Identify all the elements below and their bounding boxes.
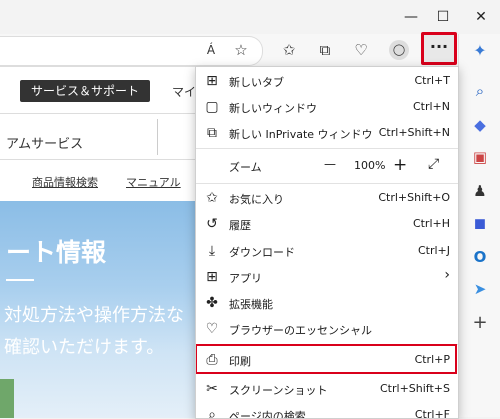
chevron-right-icon: › xyxy=(444,267,450,283)
menu-item-screenshot[interactable]: ✂ スクリーンショット Ctrl+Shift+S xyxy=(196,376,458,402)
hero-title: ート情報 xyxy=(6,238,107,267)
minimize-button[interactable]: — xyxy=(396,6,426,28)
menu-item-new-tab[interactable]: ⊞ 新しいタブ Ctrl+T xyxy=(196,68,458,94)
history-icon: ↺ xyxy=(206,216,218,232)
menu-item-zoom: ズーム — 100% + ⤢ xyxy=(196,151,458,181)
menu-label: 印刷 xyxy=(229,355,251,368)
menu-item-new-window[interactable]: ▢ 新しいウィンドウ Ctrl+N xyxy=(196,94,458,120)
settings-and-more-button[interactable]: ··· xyxy=(421,32,457,65)
menu-label: ブラウザーのエッセンシャル xyxy=(229,324,372,337)
puzzle-icon: ✤ xyxy=(206,295,218,311)
menu-shortcut: Ctrl+N xyxy=(412,100,450,113)
menu-label: 新しいタブ xyxy=(229,76,284,89)
menu-shortcut: Ctrl+J xyxy=(417,244,450,257)
zoom-level: 100% xyxy=(354,159,386,172)
menu-item-find[interactable]: ⌕ ページ内の検索 Ctrl+F xyxy=(196,402,458,419)
new-tab-icon: ⊞ xyxy=(206,73,218,89)
new-window-icon: ▢ xyxy=(205,99,219,115)
menu-label: スクリーンショット xyxy=(229,384,328,397)
inprivate-icon: ⧉ xyxy=(207,125,217,141)
menu-item-new-inprivate[interactable]: ⧉ 新しい InPrivate ウィンドウ Ctrl+Shift+N xyxy=(196,120,458,146)
profile-icon[interactable]: ◯ xyxy=(389,40,409,60)
menu-item-extensions[interactable]: ✤ 拡張機能 xyxy=(196,290,458,316)
manual-link[interactable]: マニュアル xyxy=(126,174,181,190)
service-support-button[interactable]: サービス＆サポート xyxy=(20,80,150,102)
heart-pulse-icon: ♡ xyxy=(205,321,219,337)
apps-icon: ⊞ xyxy=(206,269,218,285)
menu-item-downloads[interactable]: ⤓ ダウンロード Ctrl+J xyxy=(196,238,458,264)
menu-label: 履歴 xyxy=(229,219,251,232)
menu-item-print[interactable]: ⎙ 印刷 Ctrl+P xyxy=(196,344,458,374)
send-icon[interactable]: ➤ xyxy=(469,278,491,300)
menu-divider xyxy=(196,183,458,184)
menu-label: 新しい InPrivate ウィンドウ xyxy=(229,128,373,141)
menu-shortcut: Ctrl+H xyxy=(412,217,450,230)
close-button[interactable]: ✕ xyxy=(466,6,496,28)
menu-label: お気に入り xyxy=(229,193,284,206)
fullscreen-icon[interactable]: ⤢ xyxy=(428,156,439,172)
collections-icon[interactable]: ⧉ xyxy=(314,39,336,61)
tools-icon[interactable]: ▣ xyxy=(469,146,491,168)
menu-shortcut: Ctrl+F xyxy=(414,408,450,419)
games-icon[interactable]: ♟ xyxy=(469,180,491,202)
search-icon[interactable]: ⌕ xyxy=(469,80,491,102)
menu-item-favorites[interactable]: ✩ お気に入り Ctrl+Shift+O xyxy=(196,185,458,211)
printer-icon: ⎙ xyxy=(206,352,218,368)
menu-shortcut: Ctrl+Shift+O xyxy=(378,191,450,204)
product-search-link[interactable]: 商品情報検索 xyxy=(32,174,98,190)
browser-essentials-icon[interactable]: ♡ xyxy=(350,39,372,61)
office-icon[interactable]: ◼ xyxy=(469,212,491,234)
service-nav-label[interactable]: アムサービス xyxy=(6,133,83,152)
zoom-out-button[interactable]: — xyxy=(324,157,336,171)
title-bar: — ☐ ✕ xyxy=(0,0,500,34)
my-menu-label[interactable]: マイ xyxy=(172,83,196,100)
hero-text: 確認いただけます。 xyxy=(4,337,165,358)
menu-shortcut: Ctrl+P xyxy=(414,353,450,366)
menu-label: 新しいウィンドウ xyxy=(229,102,317,115)
menu-item-apps[interactable]: ⊞ アプリ › xyxy=(196,264,458,290)
favorite-star-icon[interactable]: ☆ xyxy=(230,39,252,61)
menu-label: ダウンロード xyxy=(229,246,295,259)
tag-icon[interactable]: ◆ xyxy=(469,114,491,136)
zoom-in-button[interactable]: + xyxy=(393,155,407,175)
menu-label: ズーム xyxy=(229,161,262,174)
hero-text: 対処方法や操作方法な xyxy=(4,305,184,326)
address-bar[interactable]: Á ☆ xyxy=(0,36,263,66)
menu-item-browser-essentials[interactable]: ♡ ブラウザーのエッセンシャル xyxy=(196,316,458,342)
menu-shortcut: Ctrl+Shift+S xyxy=(380,382,450,395)
outlook-icon[interactable]: O xyxy=(469,246,491,268)
menu-shortcut: Ctrl+Shift+N xyxy=(378,126,450,139)
edge-sidebar: ✦ ⌕ ◆ ▣ ♟ ◼ O ➤ + xyxy=(458,34,500,417)
menu-label: ページ内の検索 xyxy=(229,410,306,419)
hero-underline xyxy=(6,279,34,281)
menu-label: アプリ xyxy=(229,272,262,285)
menu-shortcut: Ctrl+T xyxy=(414,74,450,87)
copilot-icon[interactable]: ✦ xyxy=(469,40,491,62)
divider xyxy=(157,119,158,155)
favorites-icon: ✩ xyxy=(206,190,218,206)
green-tab xyxy=(0,379,14,418)
download-icon: ⤓ xyxy=(208,243,216,259)
screenshot-icon: ✂ xyxy=(206,381,218,397)
menu-item-history[interactable]: ↺ 履歴 Ctrl+H xyxy=(196,211,458,237)
read-aloud-icon[interactable]: Á xyxy=(200,39,222,61)
favorites-icon[interactable]: ✩ xyxy=(278,39,300,61)
maximize-button[interactable]: ☐ xyxy=(428,6,458,28)
add-sidebar-app-icon[interactable]: + xyxy=(469,312,491,334)
menu-label: 拡張機能 xyxy=(229,298,273,311)
menu-divider xyxy=(196,148,458,149)
browser-toolbar: Á ☆ ✩ ⧉ ♡ ◯ xyxy=(0,34,458,66)
settings-menu: ⊞ 新しいタブ Ctrl+T ▢ 新しいウィンドウ Ctrl+N ⧉ 新しい I… xyxy=(195,66,459,419)
